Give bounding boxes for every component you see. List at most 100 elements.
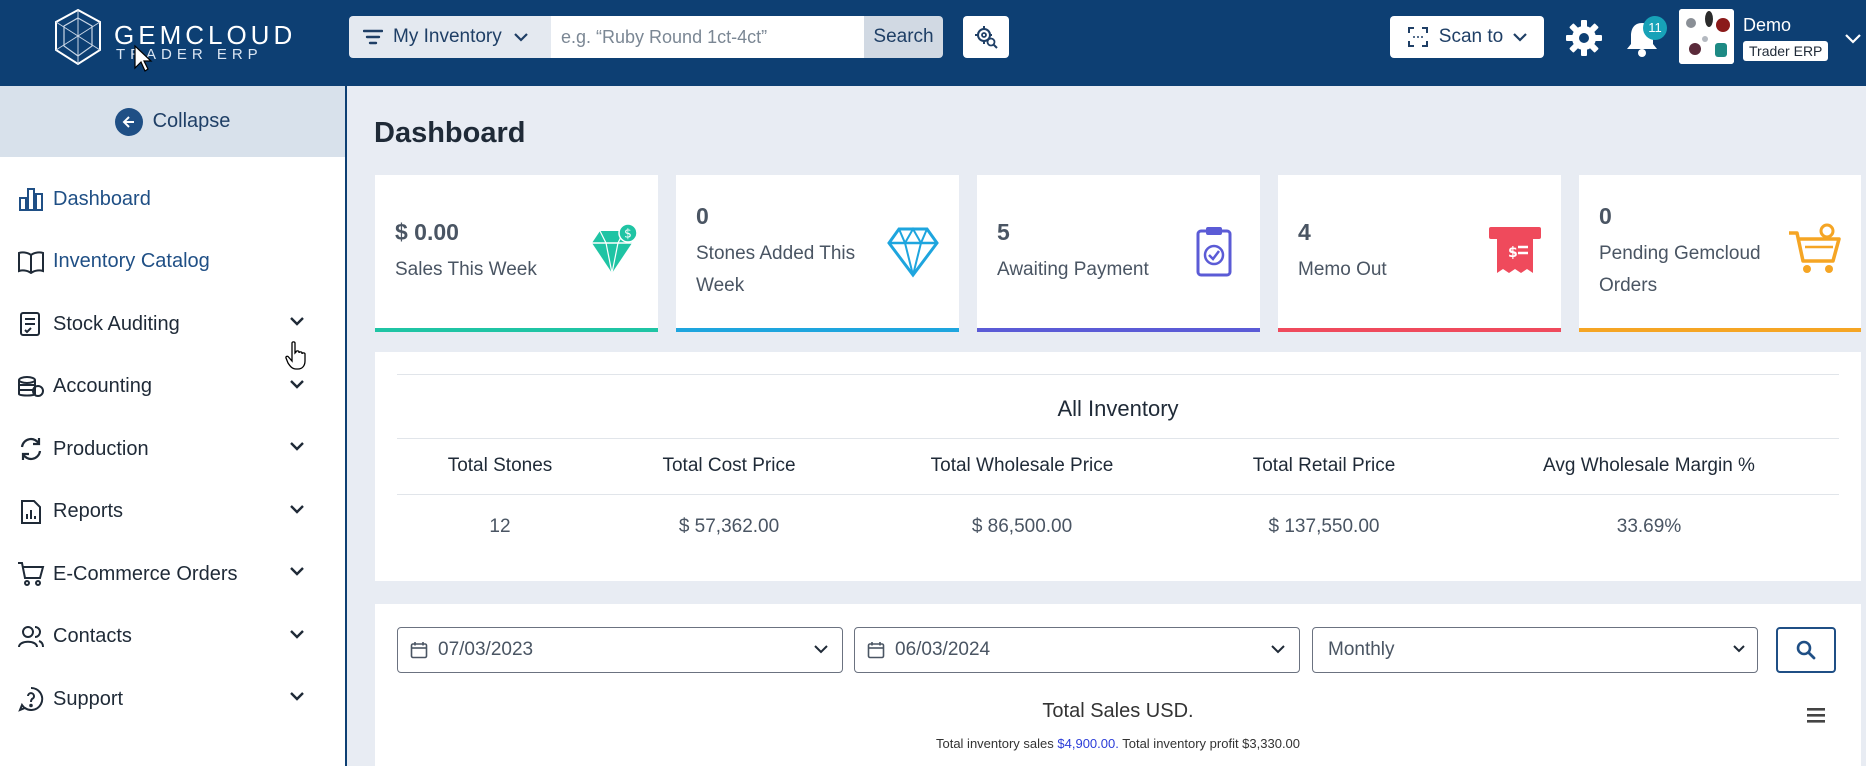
- top-bar: GEMCLOUD TRADER ERP My Inventory Search: [0, 0, 1866, 86]
- stat-value: 0: [696, 203, 709, 229]
- user-role-badge: Trader ERP: [1743, 41, 1829, 61]
- avatar[interactable]: [1679, 9, 1734, 64]
- receipt-icon: $: [1489, 227, 1541, 273]
- chevron-down-icon: [1271, 645, 1285, 654]
- table-cell: 12: [489, 516, 511, 537]
- diamond-icon: [887, 226, 939, 278]
- sidebar-item-label: Inventory Catalog: [53, 250, 210, 273]
- help-icon: [17, 685, 45, 713]
- sidebar-item-dashboard[interactable]: Dashboard: [0, 168, 345, 231]
- user-menu-chevron-icon[interactable]: [1845, 34, 1861, 44]
- sidebar-item-reports[interactable]: Reports: [0, 481, 345, 544]
- table-cell: $ 86,500.00: [971, 516, 1073, 537]
- sidebar-item-contacts[interactable]: Contacts: [0, 606, 345, 669]
- book-icon: [17, 248, 45, 276]
- stat-label: Awaiting Payment: [997, 259, 1149, 280]
- cart-icon: [1789, 223, 1841, 273]
- stat-label: Sales This Week: [395, 259, 537, 280]
- sidebar-item-label: Accounting: [53, 375, 152, 398]
- filter-icon: [363, 29, 383, 45]
- stat-label: Memo Out: [1298, 259, 1387, 280]
- chart-subtitle-suffix: Total inventory profit $3,330.00: [1122, 736, 1301, 751]
- brand-logo[interactable]: GEMCLOUD TRADER ERP: [48, 8, 308, 72]
- divider: [397, 494, 1839, 495]
- column-header: Total Stones: [447, 455, 553, 476]
- inventory-summary: All Inventory Total Stones Total Cost Pr…: [375, 352, 1861, 581]
- column-header: Total Retail Price: [1252, 455, 1396, 476]
- search-scope-label: My Inventory: [393, 26, 502, 47]
- cart-icon: [17, 560, 45, 588]
- search-settings-button[interactable]: [963, 16, 1009, 58]
- page-title: Dashboard: [374, 117, 526, 149]
- sidebar-item-ecommerce-orders[interactable]: E-Commerce Orders: [0, 543, 345, 606]
- svg-text:$: $: [1508, 245, 1518, 261]
- chart-menu-icon[interactable]: [1805, 706, 1827, 724]
- column-header: Total Cost Price: [662, 455, 796, 476]
- clipboard-check-icon: [1196, 227, 1232, 277]
- stat-card-pending-orders[interactable]: 0 Pending Gemcloud Orders: [1579, 175, 1861, 332]
- stat-value: 4: [1298, 219, 1311, 245]
- calendar-icon: [410, 642, 428, 659]
- search-scope-select[interactable]: My Inventory: [349, 16, 551, 58]
- user-name[interactable]: Demo: [1743, 15, 1791, 36]
- sidebar-item-label: Stock Auditing: [53, 312, 180, 335]
- period-value: Monthly: [1328, 639, 1395, 660]
- scan-icon: [1407, 27, 1428, 47]
- chevron-down-icon: [1513, 32, 1527, 42]
- end-date-value: 06/03/2024: [895, 639, 991, 660]
- column-header: Avg Wholesale Margin %: [1543, 455, 1755, 476]
- stat-card-stones-added[interactable]: 0 Stones Added This Week: [676, 175, 959, 332]
- users-icon: [17, 623, 45, 651]
- table-cell: $ 57,362.00: [678, 516, 780, 537]
- sidebar-item-label: Reports: [53, 500, 124, 523]
- sidebar-item-label: Support: [53, 687, 124, 710]
- start-date-value: 07/03/2023: [438, 639, 534, 660]
- notification-count-badge: 11: [1643, 16, 1667, 40]
- sales-panel: 07/03/2023 06/03/2024 Monthly Total Sale…: [375, 604, 1861, 766]
- scan-to-label: Scan to: [1438, 26, 1504, 47]
- search-icon: [1796, 640, 1816, 660]
- start-date-picker[interactable]: 07/03/2023: [397, 627, 843, 673]
- inventory-title: All Inventory: [1057, 396, 1179, 421]
- sidebar-item-label: Dashboard: [53, 187, 151, 210]
- sidebar-item-support[interactable]: Support: [0, 668, 345, 731]
- checklist-icon: [17, 310, 45, 338]
- sidebar-item-production[interactable]: Production: [0, 418, 345, 481]
- stat-card-memo-out[interactable]: 4 Memo Out $: [1278, 175, 1561, 332]
- stat-value: 5: [997, 219, 1010, 245]
- scan-to-button[interactable]: Scan to: [1390, 16, 1544, 58]
- chart-subtitle: Total inventory sales $4,900.00. Total i…: [375, 736, 1861, 751]
- stat-value: $ 0.00: [395, 219, 459, 245]
- chart-subtitle-prefix: Total inventory sales: [935, 736, 1054, 751]
- chart-title: Total Sales USD.: [1042, 700, 1194, 722]
- sidebar-item-label: Production: [53, 437, 149, 460]
- chevron-down-icon: [290, 567, 304, 576]
- stat-label: Pending Gemcloud Orders: [1599, 243, 1761, 296]
- column-header: Total Wholesale Price: [930, 455, 1114, 476]
- stat-card-sales-this-week[interactable]: $ 0.00 Sales This Week $: [375, 175, 658, 332]
- sidebar-item-label: E-Commerce Orders: [53, 562, 238, 585]
- sidebar-item-label: Contacts: [53, 625, 132, 648]
- sidebar-item-inventory-catalog[interactable]: Inventory Catalog: [0, 231, 345, 294]
- divider: [397, 438, 1839, 439]
- search-button[interactable]: Search: [864, 16, 943, 58]
- stat-card-awaiting-payment[interactable]: 5 Awaiting Payment: [977, 175, 1260, 332]
- sidebar-nav: Dashboard Inventory Catalog Stock Auditi…: [0, 168, 345, 731]
- search-input[interactable]: [551, 16, 864, 58]
- sidebar: Collapse Dashboard Inventory Catalog Sto…: [0, 86, 347, 766]
- apply-filter-button[interactable]: [1776, 627, 1836, 673]
- stat-value: 0: [1599, 203, 1612, 229]
- chevron-down-icon: [290, 442, 304, 451]
- hand-cursor-icon: [285, 341, 306, 370]
- svg-text:$: $: [624, 227, 632, 241]
- chevron-down-icon: [513, 32, 528, 42]
- collapse-button[interactable]: Collapse: [0, 86, 345, 157]
- mouse-cursor-icon: [134, 44, 153, 72]
- report-icon: [17, 498, 45, 526]
- chevron-down-icon: [290, 504, 304, 514]
- stat-label: Stones Added This Week: [696, 243, 856, 296]
- period-select[interactable]: Monthly: [1312, 627, 1758, 673]
- settings-gear-icon[interactable]: [1565, 19, 1603, 57]
- end-date-picker[interactable]: 06/03/2024: [854, 627, 1300, 673]
- coins-icon: [17, 373, 45, 401]
